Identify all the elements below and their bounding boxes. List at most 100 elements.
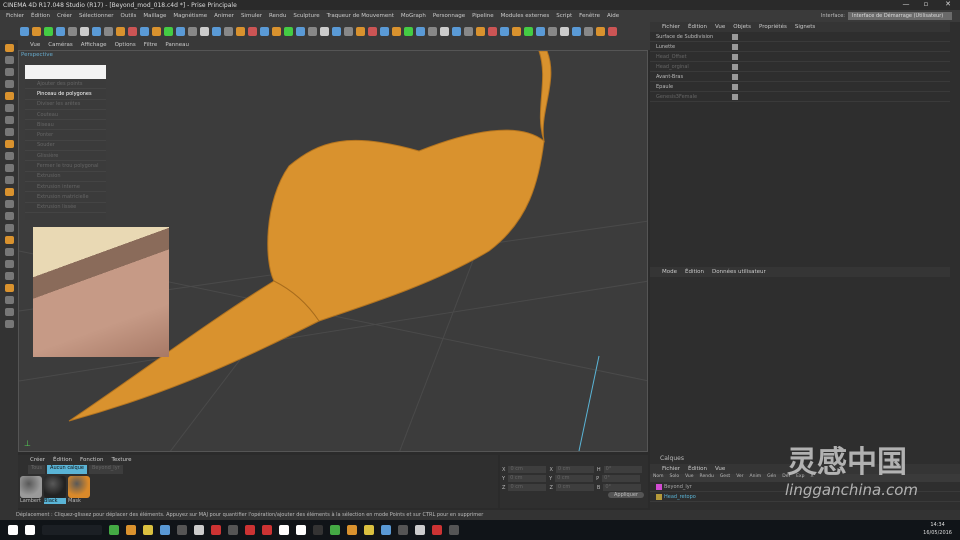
object-row[interactable]: Genesis3Female: [650, 92, 950, 102]
attribute-menu-item[interactable]: Mode: [662, 269, 677, 275]
material-menu-item[interactable]: Texture: [111, 457, 131, 463]
object-menu-item[interactable]: Édition: [688, 24, 707, 30]
taskbar-app-icon[interactable]: [364, 525, 374, 535]
taskbar-app-icon[interactable]: [42, 525, 102, 535]
menu-item[interactable]: Sélectionner: [79, 13, 113, 19]
menu-item[interactable]: Pipeline: [472, 13, 494, 19]
close-button[interactable]: ✕: [938, 0, 958, 8]
menu-item[interactable]: Maillage: [143, 13, 166, 19]
taskbar-app-icon[interactable]: [381, 525, 391, 535]
toolbar-icon[interactable]: [236, 26, 245, 36]
material-menu-item[interactable]: Fonction: [80, 457, 103, 463]
toolbar-icon[interactable]: [524, 26, 533, 36]
viewport-menu-item[interactable]: Panneau: [165, 42, 189, 48]
coord-field[interactable]: 0°: [603, 484, 642, 491]
object-name[interactable]: Genesis3Female: [656, 94, 732, 100]
tool-icon[interactable]: [4, 188, 14, 196]
popup-item[interactable]: Souder: [25, 141, 106, 152]
tool-icon[interactable]: [4, 176, 14, 184]
menu-item[interactable]: Fichier: [6, 13, 24, 19]
tool-icon[interactable]: [4, 44, 14, 52]
taskbar-app-icon[interactable]: [177, 525, 187, 535]
object-menu-item[interactable]: Signets: [795, 24, 815, 30]
coord-field[interactable]: 0 cm: [555, 484, 594, 491]
toolbar-icon[interactable]: [176, 26, 185, 36]
toolbar-icon[interactable]: [44, 26, 53, 36]
tool-icon[interactable]: [4, 260, 14, 268]
taskbar-app-icon[interactable]: [449, 525, 459, 535]
visibility-tag-icon[interactable]: [732, 93, 738, 100]
tool-icon[interactable]: [4, 272, 14, 280]
tool-icon[interactable]: [4, 296, 14, 304]
taskbar-app-icon[interactable]: [432, 525, 442, 535]
toolbar-icon[interactable]: [560, 26, 569, 36]
menu-item[interactable]: Modules externes: [501, 13, 550, 19]
popup-item[interactable]: Extrusion lissée: [25, 203, 106, 213]
toolbar-icon[interactable]: [212, 26, 221, 36]
menu-item[interactable]: Aide: [607, 13, 619, 19]
toolbar-icon[interactable]: [152, 26, 161, 36]
toolbar-icon[interactable]: [344, 26, 353, 36]
viewport[interactable]: ⊥ Perspective Ajouter des points Pinceau …: [18, 50, 648, 452]
menu-item[interactable]: Édition: [31, 13, 50, 19]
popup-item[interactable]: Ponter: [25, 130, 106, 141]
menu-item[interactable]: Simuler: [241, 13, 262, 19]
toolbar-icon[interactable]: [428, 26, 437, 36]
object-menu-item[interactable]: Objets: [733, 24, 751, 30]
popup-item[interactable]: Extrusion matricielle: [25, 192, 106, 203]
tool-icon[interactable]: [4, 164, 14, 172]
coord-field[interactable]: 0 cm: [508, 475, 547, 482]
visibility-tag-icon[interactable]: [732, 63, 738, 70]
menu-item[interactable]: Outils: [121, 13, 137, 19]
menu-item[interactable]: Créer: [57, 13, 72, 19]
menu-item[interactable]: Personnage: [433, 13, 465, 19]
tool-icon[interactable]: [4, 308, 14, 316]
tool-icon[interactable]: [4, 284, 14, 292]
popup-item[interactable]: Extrusion: [25, 172, 106, 182]
material-tab[interactable]: Tous: [28, 465, 46, 474]
object-name[interactable]: Head_Offset: [656, 54, 732, 60]
menu-item[interactable]: Rendu: [269, 13, 286, 19]
coord-field[interactable]: 0°: [602, 475, 641, 482]
visibility-tag-icon[interactable]: [732, 73, 738, 80]
layer-menu-item[interactable]: Vue: [715, 466, 725, 472]
menu-item[interactable]: Animer: [214, 13, 234, 19]
toolbar-icon[interactable]: [248, 26, 257, 36]
taskbar-app-icon[interactable]: [398, 525, 408, 535]
taskbar-app-icon[interactable]: [313, 525, 323, 535]
coord-field[interactable]: 0 cm: [555, 466, 594, 473]
menu-item[interactable]: Fenêtre: [579, 13, 600, 19]
tool-icon[interactable]: [4, 80, 14, 88]
object-menu-item[interactable]: Propriétés: [759, 24, 787, 30]
popup-item[interactable]: Ajouter des points: [25, 79, 106, 90]
toolbar-icon[interactable]: [116, 26, 125, 36]
coord-field[interactable]: 0 cm: [508, 466, 547, 473]
object-name[interactable]: Surface de Subdivision: [656, 34, 732, 40]
object-row[interactable]: Lunette: [650, 42, 950, 52]
tool-icon[interactable]: [4, 104, 14, 112]
toolbar-icon[interactable]: [500, 26, 509, 36]
minimize-button[interactable]: —: [896, 0, 916, 8]
material-swatch[interactable]: Black: [44, 476, 66, 504]
toolbar-icon[interactable]: [548, 26, 557, 36]
taskbar-app-icon[interactable]: [143, 525, 153, 535]
tool-icon[interactable]: [4, 200, 14, 208]
menu-item[interactable]: Sculpture: [293, 13, 319, 19]
tool-icon[interactable]: [4, 152, 14, 160]
toolbar-icon[interactable]: [584, 26, 593, 36]
taskbar-app-icon[interactable]: [109, 525, 119, 535]
popup-item[interactable]: Couteau: [25, 110, 106, 121]
coord-field[interactable]: 0 cm: [508, 484, 547, 491]
toolbar-icon[interactable]: [536, 26, 545, 36]
popup-item[interactable]: Diviser les arêtes: [25, 100, 106, 110]
taskbar-app-icon[interactable]: [211, 525, 221, 535]
toolbar-icon[interactable]: [20, 26, 29, 36]
toolbar-icon[interactable]: [224, 26, 233, 36]
object-name[interactable]: Avant-Bras: [656, 74, 732, 80]
object-menu-item[interactable]: Vue: [715, 24, 725, 30]
viewport-menu-item[interactable]: Caméras: [48, 42, 72, 48]
coord-field[interactable]: 0°: [603, 466, 642, 473]
maximize-button[interactable]: ▫: [916, 0, 936, 8]
toolbar-icon[interactable]: [380, 26, 389, 36]
toolbar-icon[interactable]: [416, 26, 425, 36]
